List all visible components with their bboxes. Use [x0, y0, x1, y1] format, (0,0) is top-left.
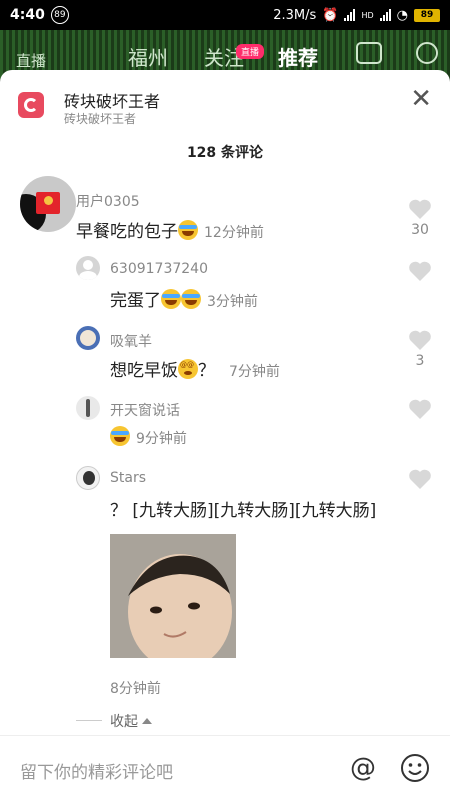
- laugh-cry-emoji-icon: [110, 426, 130, 446]
- comment-time: 7分钟前: [229, 364, 280, 380]
- comment-sheet: 砖块破坏王者 砖块破坏王者 ✕ 128 条评论 用户0305 早餐吃的包子 12分…: [0, 70, 450, 800]
- comment-text: 想吃早饭 ？ 7分钟前: [110, 356, 280, 381]
- comment-text: 9分钟前: [110, 426, 187, 448]
- video-subtitle: 砖块破坏王者: [64, 112, 137, 126]
- nav-recommend[interactable]: 推荐: [278, 42, 318, 71]
- collapse-label: 收起: [110, 714, 138, 730]
- nav-live[interactable]: 直播: [16, 50, 46, 71]
- signal-icon: [344, 9, 356, 21]
- comment-time: 9分钟前: [136, 431, 187, 447]
- avatar[interactable]: [76, 396, 100, 420]
- camera-icon[interactable]: [356, 42, 382, 64]
- video-title: 砖块破坏王者: [64, 92, 161, 111]
- fold-divider: [76, 720, 102, 721]
- live-tag: 直播: [236, 44, 265, 59]
- avatar[interactable]: [76, 326, 100, 350]
- comment-input-placeholder[interactable]: 留下你的精彩评论吧: [20, 758, 173, 783]
- laugh-cry-emoji-icon: [161, 289, 181, 309]
- comment-text: 早餐吃的包子 12分钟前: [76, 217, 264, 242]
- like-heart-icon[interactable]: [408, 198, 432, 220]
- notification-badge-icon: 89: [50, 6, 69, 24]
- comment-text: ？ [九转大肠][九转大肠][九转大肠]: [110, 496, 376, 521]
- comment-username[interactable]: Stars: [110, 470, 146, 486]
- comment-time: 12分钟前: [204, 225, 264, 241]
- avatar[interactable]: [76, 256, 100, 280]
- comment-suffix: ？: [198, 361, 215, 381]
- chevron-up-icon: [142, 718, 152, 724]
- comment-body: 早餐吃的包子: [76, 222, 178, 242]
- status-bar: 4:40 89 2.3M/s ⏰ HD ◔ 89: [0, 0, 450, 30]
- comment-input-bar[interactable]: 留下你的精彩评论吧 @: [0, 735, 450, 800]
- like-heart-icon[interactable]: [408, 398, 432, 420]
- like-heart-icon[interactable]: [408, 260, 432, 282]
- wifi-icon: ◔: [396, 7, 408, 23]
- avatar[interactable]: [76, 466, 100, 490]
- emoji-smile-icon[interactable]: [400, 753, 430, 783]
- alarm-icon: ⏰: [322, 7, 339, 23]
- nav-city[interactable]: 福州: [128, 42, 168, 71]
- comment-time: 3分钟前: [207, 294, 258, 310]
- signal-icon-2: [379, 9, 391, 21]
- comment-username[interactable]: 用户0305: [76, 191, 140, 211]
- close-icon[interactable]: ✕: [410, 84, 432, 114]
- comment-body: ？ [九转大肠][九转大肠][九转大肠]: [110, 501, 377, 521]
- comment-body: 想吃早饭: [110, 361, 178, 381]
- at-mention-icon[interactable]: @: [350, 753, 376, 783]
- battery-icon: 89: [414, 8, 440, 22]
- app-logo-icon: [18, 92, 44, 118]
- network-type: HD: [361, 10, 374, 20]
- search-icon[interactable]: [416, 42, 438, 64]
- comment-image[interactable]: [110, 534, 236, 658]
- laugh-cry-emoji-icon: [178, 220, 198, 240]
- comment-time: 8分钟前: [110, 681, 161, 697]
- comment-username[interactable]: 开天窗说话: [110, 400, 180, 420]
- sheet-header: 砖块破坏王者 砖块破坏王者 ✕: [0, 70, 450, 140]
- comment-body: 完蛋了: [110, 291, 161, 311]
- like-heart-icon[interactable]: [408, 468, 432, 490]
- dizzy-emoji-icon: [178, 359, 198, 379]
- status-time: 4:40: [10, 7, 45, 23]
- like-count: 30: [411, 222, 429, 238]
- comment-count: 128 条评论: [186, 145, 264, 161]
- laugh-cry-emoji-icon: [181, 289, 201, 309]
- avatar[interactable]: [20, 176, 76, 232]
- like-heart-icon[interactable]: [408, 329, 432, 351]
- collapse-button[interactable]: 收起: [110, 711, 152, 731]
- comment-text: 完蛋了 3分钟前: [110, 286, 258, 311]
- like-count: 3: [415, 353, 425, 369]
- network-speed: 2.3M/s: [273, 7, 317, 23]
- comment-username[interactable]: 63091737240: [110, 261, 208, 277]
- comment-username[interactable]: 吸氧羊: [110, 331, 152, 351]
